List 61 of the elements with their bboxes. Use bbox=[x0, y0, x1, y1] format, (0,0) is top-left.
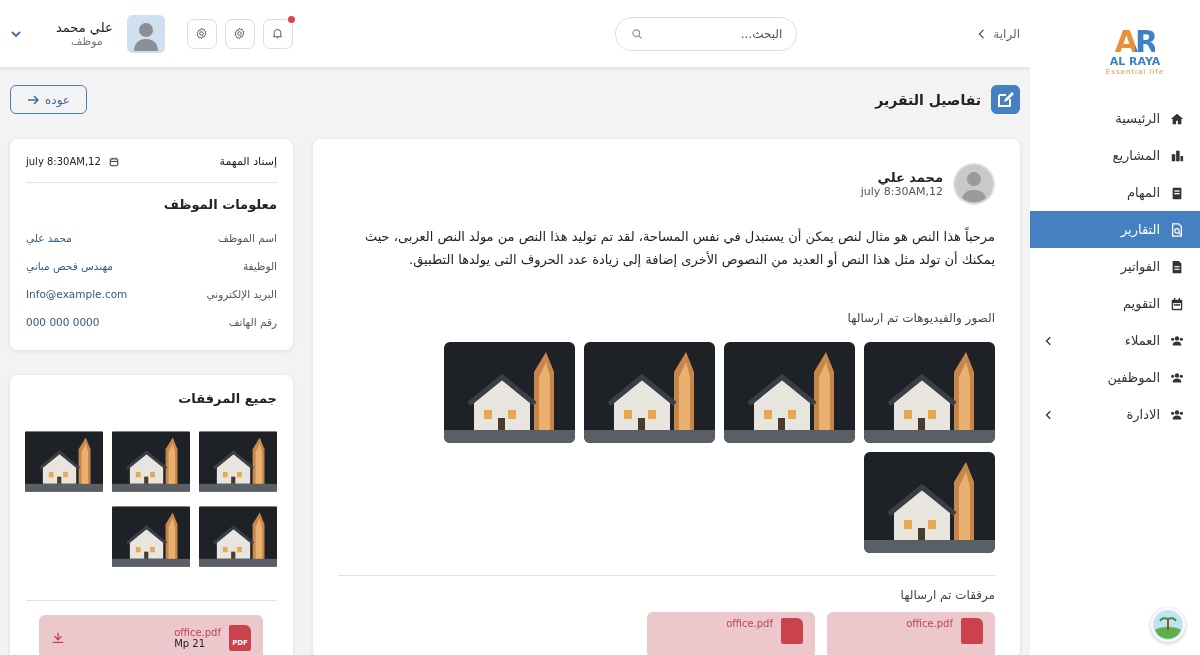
sidebar-item[interactable]: الفواتير bbox=[1030, 248, 1200, 285]
file-size: Mp 21 bbox=[174, 638, 206, 649]
assignment-date: july 8:30AM,12 bbox=[26, 156, 101, 167]
document-icon bbox=[1170, 259, 1184, 274]
field-value: 000 000 0000 bbox=[26, 316, 100, 328]
user-avatar bbox=[126, 14, 165, 53]
sidebar-item[interactable]: الرئيسية bbox=[1030, 100, 1200, 137]
field-label: إسناد المهمة bbox=[219, 155, 277, 168]
sidebar-item[interactable]: الموظفين bbox=[1030, 359, 1200, 396]
report-text: مرحباً هذا النص هو مثال لنص يمكن أن يستبدل في نفس المساحة، لقد تم توليد هذا النص من مولد النص العربى، حيث يمكنك أن تولد مثل هذا النص أو العديد من النصوص الأخرى إضافة إلى زيادة عدد الحروف التى يولدها التطبيق. bbox=[363, 226, 995, 270]
users-icon bbox=[1170, 370, 1184, 385]
field-value: Info@example.com bbox=[26, 288, 128, 300]
page-title: تفاصيل التقرير bbox=[875, 91, 981, 108]
settings-icon bbox=[233, 27, 247, 40]
field-value: محمد علي bbox=[26, 232, 72, 244]
clipboard-icon bbox=[1170, 185, 1184, 200]
user-name: علي محمد bbox=[56, 19, 113, 35]
sidebar-item[interactable]: التقارير bbox=[1030, 211, 1200, 248]
breadcrumb-link[interactable]: الراية bbox=[993, 26, 1020, 41]
section-title: جميع المرفقات bbox=[177, 391, 277, 406]
sidebar-item[interactable]: التقويم bbox=[1030, 285, 1200, 322]
section-label: الصور والفيديوهات تم ارسالها bbox=[846, 311, 995, 325]
post-time: july 8:30AM,12 bbox=[860, 185, 943, 198]
chevron-left-icon bbox=[977, 28, 986, 39]
notifications-button[interactable] bbox=[262, 18, 293, 49]
field-value: مهندس فحص مباني bbox=[26, 260, 113, 272]
calendar-icon bbox=[108, 156, 119, 167]
field-label: رقم الهاتف bbox=[228, 316, 277, 328]
author-avatar bbox=[953, 163, 995, 205]
field-label: البريد الإلكتروني bbox=[206, 288, 277, 300]
document-search-icon bbox=[1170, 222, 1184, 237]
sidebar-item[interactable]: الادارة bbox=[1030, 396, 1200, 433]
users-icon bbox=[1170, 333, 1184, 348]
home-icon bbox=[1170, 111, 1184, 126]
settings-icon bbox=[195, 27, 209, 40]
settings-button[interactable] bbox=[186, 18, 217, 49]
author-name: محمد علي bbox=[877, 170, 943, 185]
search-icon bbox=[631, 27, 644, 40]
logo-name: AL RAYA bbox=[1109, 56, 1161, 68]
section-title: معلومات الموظف bbox=[162, 197, 277, 212]
file-icon bbox=[781, 618, 803, 644]
caret-down-icon[interactable] bbox=[10, 28, 22, 39]
sidebar-item[interactable]: العملاء bbox=[1030, 322, 1200, 359]
arrow-right-icon bbox=[27, 94, 39, 105]
file-icon bbox=[961, 618, 983, 644]
search-field[interactable]: البحث... bbox=[615, 16, 798, 51]
settings-button[interactable] bbox=[224, 18, 255, 49]
back-button[interactable]: عوده bbox=[10, 85, 87, 114]
bell-icon bbox=[271, 27, 285, 40]
edit-icon bbox=[991, 85, 1020, 114]
download-icon[interactable] bbox=[51, 631, 65, 645]
field-label: اسم الموظف bbox=[218, 232, 277, 244]
calendar-icon bbox=[1170, 296, 1184, 311]
sidebar-item[interactable]: المشاريع bbox=[1030, 137, 1200, 174]
sidebar-item[interactable]: المهام bbox=[1030, 174, 1200, 211]
field-label: الوظيفة bbox=[243, 260, 277, 272]
section-label: مرفقات تم ارسالها bbox=[899, 588, 995, 602]
island-drawing bbox=[1153, 610, 1183, 640]
users-icon bbox=[1170, 407, 1184, 422]
user-role: موظف bbox=[71, 34, 103, 48]
buildings-icon bbox=[1170, 148, 1184, 163]
